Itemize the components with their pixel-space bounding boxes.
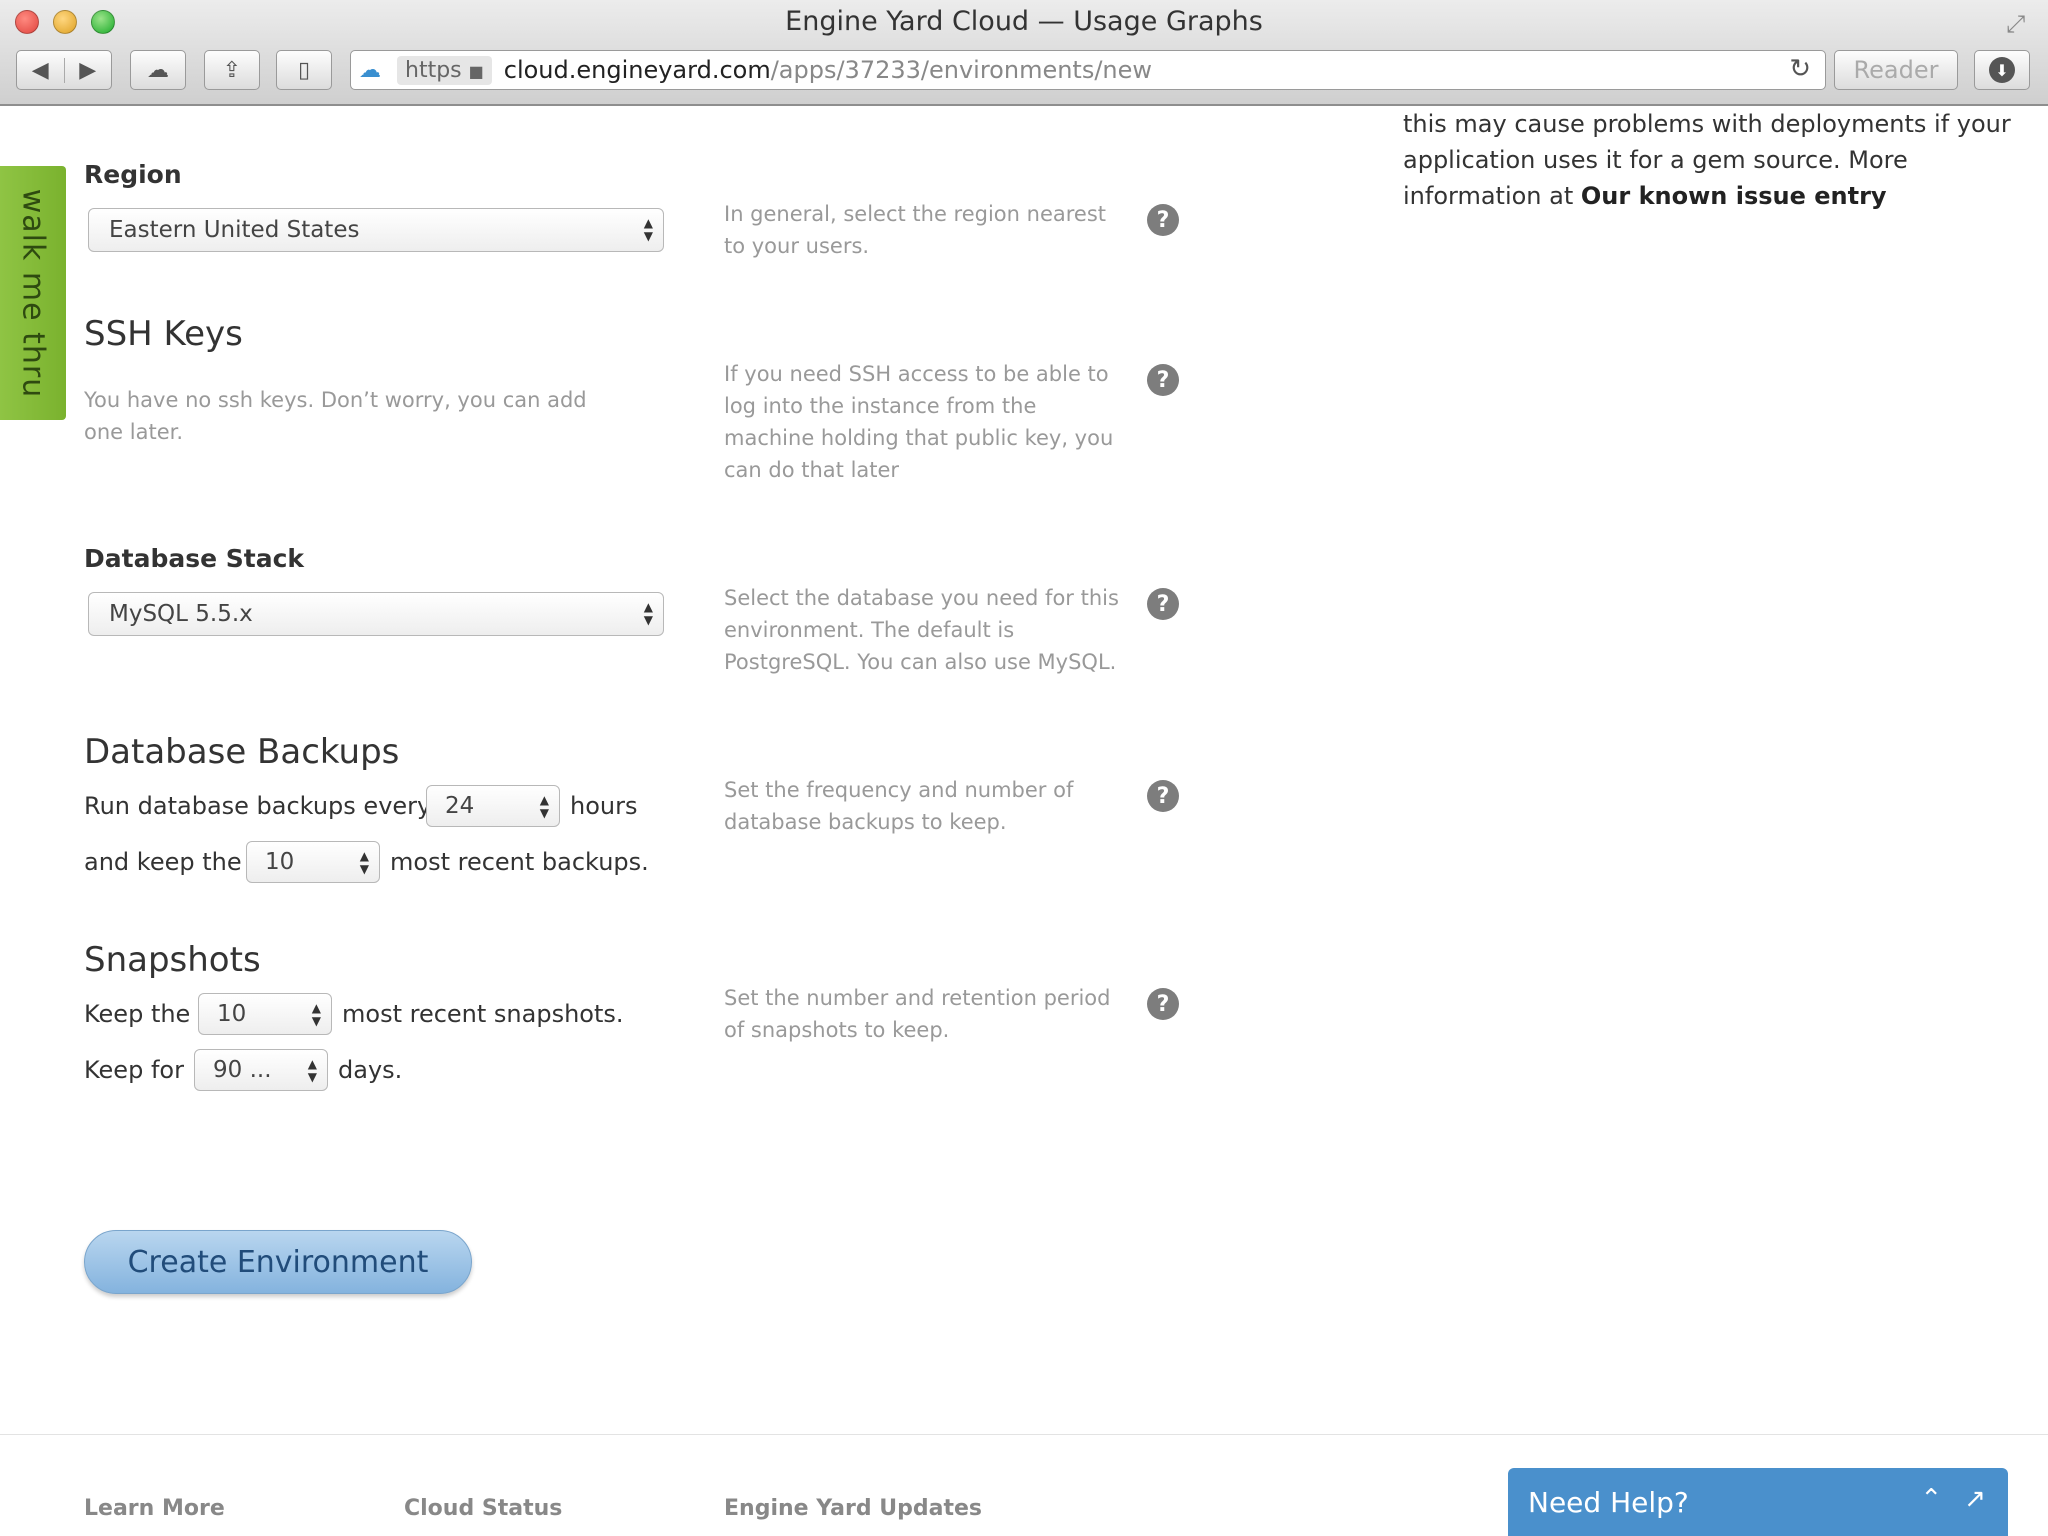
need-help-label: Need Help? <box>1528 1485 1689 1519</box>
snapshot-count-value: 10 <box>217 1001 247 1027</box>
site-cloud-icon: ☁ <box>359 57 381 83</box>
snapshot-count-select[interactable]: 10 ▲ ▼ <box>198 993 332 1035</box>
reload-icon[interactable]: ↻ <box>1789 54 1811 84</box>
snapshot-retention-value: 90 ... <box>213 1057 272 1083</box>
snapshots-help-icon[interactable]: ? <box>1147 988 1179 1020</box>
back-icon[interactable]: ◀ <box>17 57 65 83</box>
database-stack-help-text: Select the database you need for this en… <box>724 586 1119 674</box>
forward-icon[interactable]: ▶ <box>65 58 112 83</box>
ssh-keys-heading: SSH Keys <box>84 314 243 354</box>
fullscreen-icon[interactable]: ⤢ <box>2006 10 2034 38</box>
footer-cloud-status[interactable]: Cloud Status <box>404 1496 562 1521</box>
region-help-text: In general, select the region nearest to… <box>724 202 1107 258</box>
backups-help-text: Set the frequency and number of database… <box>724 778 1074 834</box>
backups-keep-prefix: and keep the <box>84 848 242 876</box>
ssh-help-text: If you need SSH access to be able to log… <box>724 362 1114 482</box>
backups-help-icon[interactable]: ? <box>1147 780 1179 812</box>
create-environment-button[interactable]: Create Environment <box>84 1230 472 1294</box>
region-label: Region <box>84 160 182 189</box>
browser-toolbar: Engine Yard Cloud — Usage Graphs ⤢ ◀ ▶ ☁… <box>0 0 2048 106</box>
database-backups-heading: Database Backups <box>84 732 400 772</box>
https-badge: https ■ <box>397 55 492 85</box>
region-help-icon[interactable]: ? <box>1147 204 1179 236</box>
database-stack-selected-value: MySQL 5.5.x <box>109 601 253 627</box>
footer-learn-more[interactable]: Learn More <box>84 1496 225 1521</box>
select-arrows-icon: ▲ ▼ <box>539 793 549 820</box>
select-arrows-icon: ▲ ▼ <box>359 849 369 876</box>
popout-icon[interactable]: ↗ <box>1964 1484 1986 1514</box>
backup-count-select[interactable]: 10 ▲ ▼ <box>246 841 380 883</box>
footer-divider <box>0 1434 2048 1435</box>
snapshots-for-prefix: Keep for <box>84 1056 184 1084</box>
footer-engine-yard-updates[interactable]: Engine Yard Updates <box>724 1496 982 1521</box>
ssh-keys-note: You have no ssh keys. Don’t worry, you c… <box>84 388 587 444</box>
lock-icon: ■ <box>468 61 484 81</box>
snapshots-for-suffix: days. <box>338 1056 403 1084</box>
select-arrows-icon: ▲ ▼ <box>643 600 653 627</box>
known-issue-notice: this may cause problems with deployments… <box>1403 106 2023 214</box>
url-host: cloud.engineyard.com <box>503 56 771 84</box>
region-selected-value: Eastern United States <box>109 217 360 243</box>
snapshots-heading: Snapshots <box>84 940 261 980</box>
backup-frequency-value: 24 <box>445 793 475 819</box>
database-stack-select[interactable]: MySQL 5.5.x ▲ ▼ <box>88 592 664 636</box>
icloud-tabs-button[interactable]: ☁ <box>130 50 186 90</box>
backups-run-suffix: hours <box>570 792 638 820</box>
backups-keep-suffix: most recent backups. <box>390 848 649 876</box>
snapshots-help-text: Set the number and retention period of s… <box>724 986 1111 1042</box>
snapshots-keep-suffix: most recent snapshots. <box>342 1000 624 1028</box>
ssh-help-icon[interactable]: ? <box>1147 364 1179 396</box>
select-arrows-icon: ▲ ▼ <box>307 1057 317 1084</box>
walk-me-thru-tab[interactable]: walk me thru <box>0 166 66 420</box>
database-stack-label: Database Stack <box>84 544 305 573</box>
share-icon: ⇪ <box>222 57 242 83</box>
select-arrows-icon: ▲ ▼ <box>311 1001 321 1028</box>
backup-count-value: 10 <box>265 849 295 875</box>
select-arrows-icon: ▲ ▼ <box>643 216 653 243</box>
need-help-widget[interactable]: Need Help? ⌃ ↗ <box>1508 1468 2008 1536</box>
backup-frequency-select[interactable]: 24 ▲ ▼ <box>426 785 560 827</box>
sidebar-icon: ▯ <box>297 57 311 83</box>
download-icon: ⬇ <box>1989 57 2015 83</box>
downloads-button[interactable]: ⬇ <box>1974 50 2030 90</box>
walk-me-thru-label: walk me thru <box>15 188 51 398</box>
reader-button[interactable]: Reader <box>1834 50 1958 90</box>
database-stack-help-icon[interactable]: ? <box>1147 588 1179 620</box>
https-label: https <box>405 57 462 83</box>
backups-run-prefix: Run database backups every <box>84 792 432 820</box>
known-issue-link[interactable]: Our known issue entry <box>1581 182 1887 210</box>
snapshot-retention-select[interactable]: 90 ... ▲ ▼ <box>194 1049 328 1091</box>
region-select[interactable]: Eastern United States ▲ ▼ <box>88 208 664 252</box>
window-title: Engine Yard Cloud — Usage Graphs <box>785 6 1263 37</box>
share-button[interactable]: ⇪ <box>204 50 260 90</box>
collapse-icon[interactable]: ⌃ <box>1920 1484 1942 1514</box>
url-path: /apps/37233/environments/new <box>770 56 1153 84</box>
sidebar-button[interactable]: ▯ <box>276 50 332 90</box>
back-forward-group: ◀ ▶ <box>16 50 112 90</box>
cloud-icon: ☁ <box>147 57 169 83</box>
address-bar[interactable]: ☁ https ■ cloud.engineyard.com/apps/3723… <box>350 50 1826 90</box>
snapshots-keep-prefix: Keep the <box>84 1000 191 1028</box>
